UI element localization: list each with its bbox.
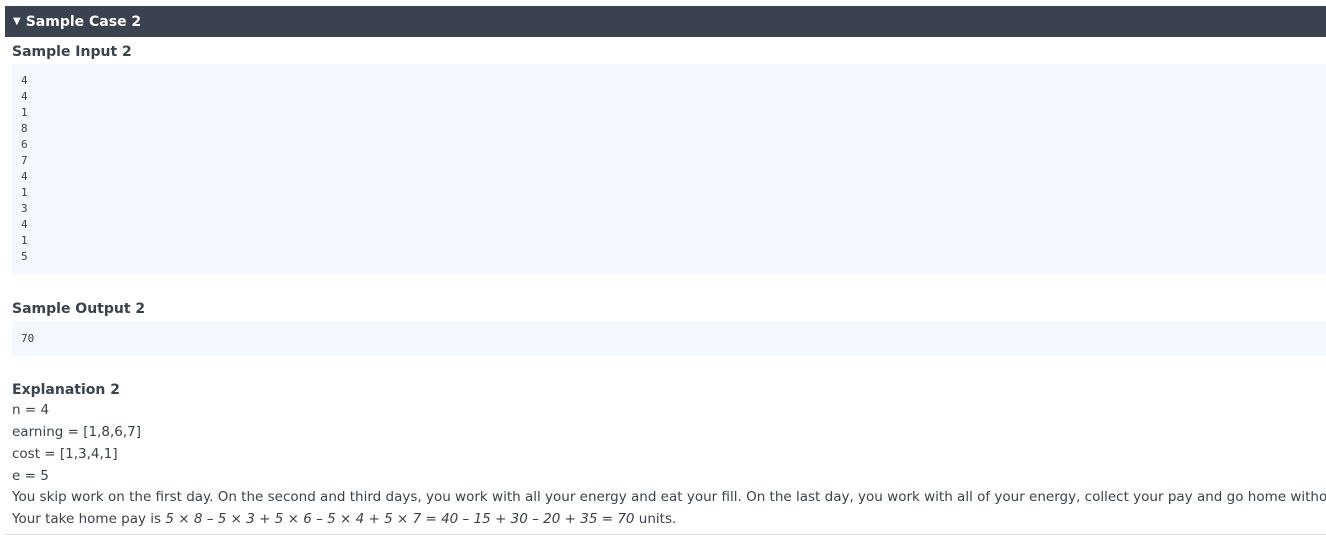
sample-input-title: Sample Input 2 [12,44,132,60]
explanation-n: n = 4 [12,402,50,418]
explanation-cost: cost = [1,3,4,1] [12,446,118,462]
input-line: 5 [21,250,28,263]
explanation-pay-line: Your take home pay is 5 × 8 – 5 × 3 + 5 … [12,508,676,530]
pay-prefix: Your take home pay is [12,511,166,527]
collapse-triangle-icon: ▼ [13,16,21,27]
explanation-earning: earning = [1,8,6,7] [12,424,141,440]
input-line: 3 [21,202,28,215]
input-line: 7 [21,154,28,167]
input-line: 8 [21,122,28,135]
explanation-title: Explanation 2 [12,382,120,398]
bottom-divider [5,534,1326,535]
input-line: 1 [21,106,28,119]
pay-formula: 5 × 8 – 5 × 3 + 5 × 6 – 5 × 4 + 5 × 7 = … [165,511,635,527]
explanation-e: e = 5 [12,468,49,484]
input-line: 4 [21,170,28,183]
pay-suffix: units. [634,511,677,527]
sample-output-block: 70 [12,321,1326,356]
input-line: 4 [21,218,28,231]
input-line: 1 [21,234,28,247]
input-line: 4 [21,90,28,103]
input-line: 1 [21,186,28,199]
sample-output-title: Sample Output 2 [12,301,146,317]
sample-case-toggle[interactable]: ▼ Sample Case 2 [5,6,1326,37]
sample-input-block: 4 4 1 8 6 7 4 1 3 4 1 5 [12,64,1326,274]
explanation-paragraph: You skip work on the first day. On the s… [12,489,1326,505]
output-line: 70 [21,332,35,345]
input-line: 6 [21,138,28,151]
sample-case-title: Sample Case 2 [25,13,142,30]
input-line: 4 [21,74,28,87]
